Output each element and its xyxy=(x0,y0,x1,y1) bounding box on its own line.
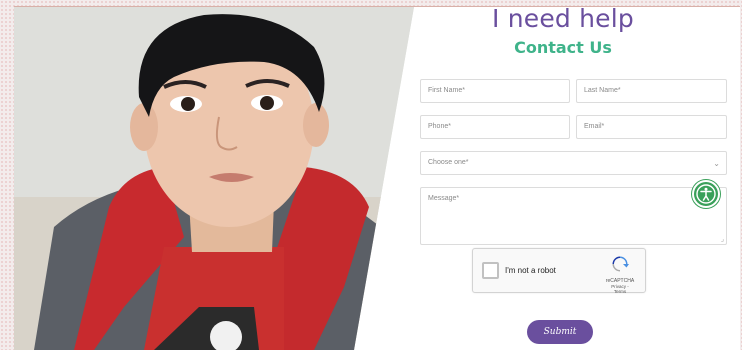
recaptcha-widget: I'm not a robot reCAPTCHA Privacy - Term… xyxy=(472,248,646,294)
recaptcha-checkbox[interactable] xyxy=(482,262,499,279)
email-placeholder: Email* xyxy=(584,123,605,130)
recaptcha-links[interactable]: Privacy - Terms xyxy=(605,284,635,294)
topic-select-value: Choose one* xyxy=(428,159,469,166)
topic-select[interactable]: Choose one* ⌄ xyxy=(420,151,727,175)
hero-photo xyxy=(14,7,414,350)
recaptcha-logo: reCAPTCHA Privacy - Terms xyxy=(605,256,635,294)
phone-input[interactable]: Phone* xyxy=(420,115,570,139)
message-placeholder: Message* xyxy=(428,195,460,202)
recaptcha-logo-icon xyxy=(612,256,629,272)
submit-button[interactable]: Submit xyxy=(527,320,593,344)
child-photo-illustration xyxy=(14,7,414,350)
last-name-placeholder: Last Name* xyxy=(584,87,621,94)
resize-handle-icon[interactable]: ⌟ xyxy=(721,235,724,243)
email-input[interactable]: Email* xyxy=(576,115,727,139)
phone-placeholder: Phone* xyxy=(428,123,451,130)
page-title: I need help xyxy=(492,4,634,33)
recaptcha-label: I'm not a robot xyxy=(505,266,556,275)
page-subtitle: Contact Us xyxy=(514,38,612,57)
chevron-down-icon: ⌄ xyxy=(713,159,720,168)
message-textarea[interactable]: Message* ⌟ xyxy=(420,187,727,245)
last-name-input[interactable]: Last Name* xyxy=(576,79,727,103)
accessibility-icon[interactable] xyxy=(692,180,720,208)
first-name-input[interactable]: First Name* xyxy=(420,79,570,103)
first-name-placeholder: First Name* xyxy=(428,87,465,94)
page-frame xyxy=(14,7,740,350)
